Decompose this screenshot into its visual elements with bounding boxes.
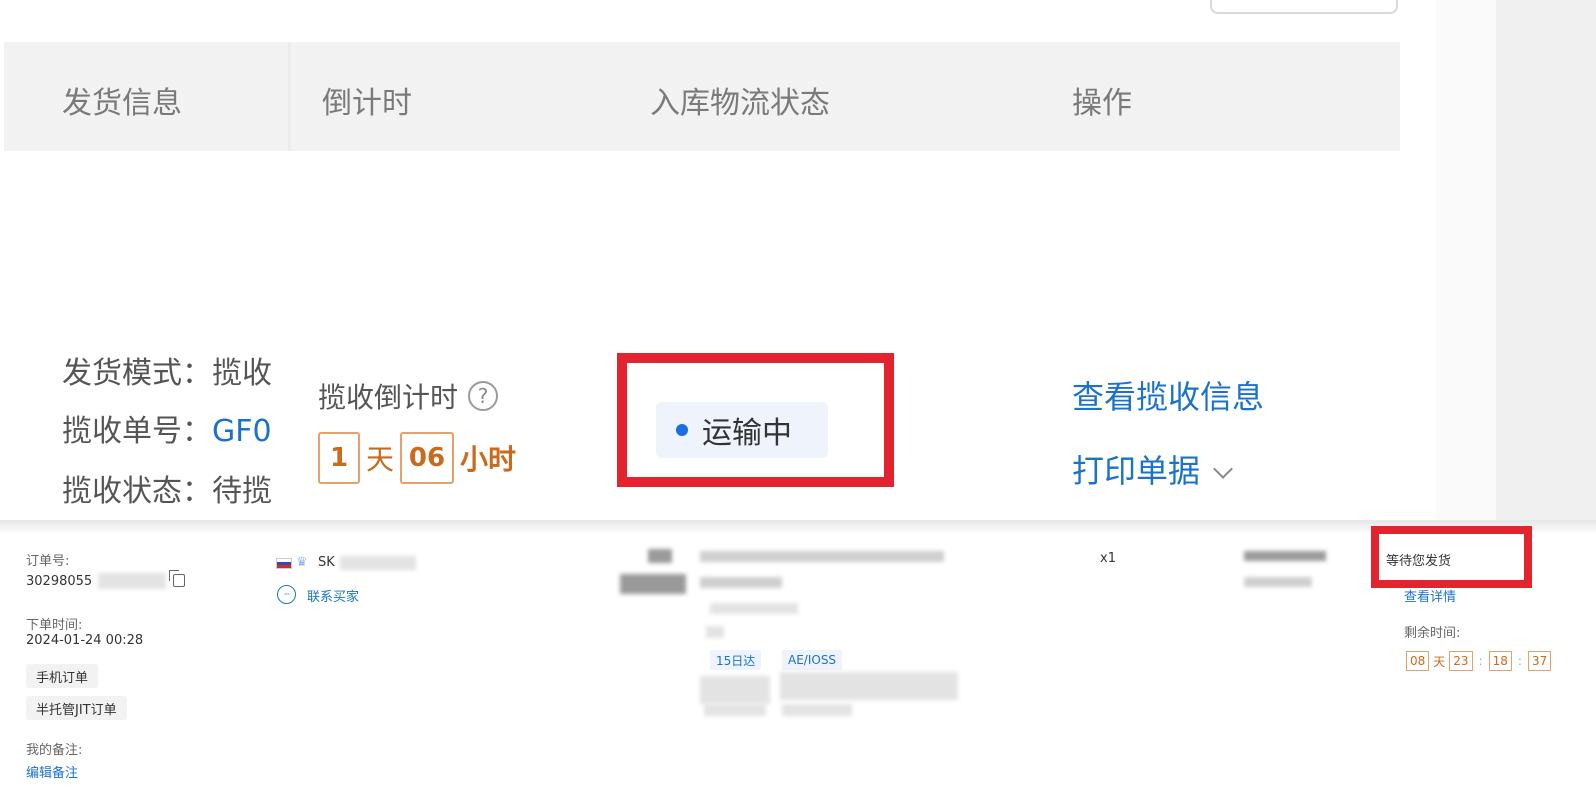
chevron-down-icon (1213, 459, 1233, 479)
print-documents-dropdown[interactable]: 打印单据 (1072, 446, 1233, 492)
pickup-countdown: 1 天 06 小时 (318, 432, 516, 484)
table-header: 发货信息 倒计时 入库物流状态 操作 (4, 42, 1400, 151)
buyer-name: SK (318, 555, 335, 570)
pickup-number-value[interactable]: GF0 (212, 414, 272, 449)
quantity: x1 (1100, 551, 1116, 566)
pickup-countdown-label: 揽收倒计时 (318, 381, 459, 414)
contact-buyer-link[interactable]: 联系买家 (307, 586, 359, 605)
top-right-button[interactable] (1210, 0, 1398, 14)
shipping-mode-label: 发货模式： (62, 356, 212, 391)
remaining-seconds: 37 (1527, 651, 1552, 671)
pickup-number-field: 揽收单号：GF0 (62, 406, 272, 450)
redacted-price (1244, 551, 1326, 561)
header-countdown: 倒计时 (322, 86, 412, 121)
redacted-product-title (700, 551, 944, 562)
redacted-product-image (648, 549, 672, 563)
pickup-status-label: 揽收状态： (62, 474, 212, 509)
remaining-days-unit: 天 (1433, 654, 1446, 669)
remaining-time-label: 剩余时间: (1404, 626, 1461, 641)
right-side-panel (1496, 0, 1596, 532)
remaining-hours: 23 (1449, 651, 1473, 671)
remaining-time: 08 天 23 : 18 : 37 (1406, 651, 1552, 671)
view-pickup-info-link[interactable]: 查看揽收信息 (1072, 372, 1264, 418)
countdown-hours: 06 (400, 432, 455, 484)
redacted-product-image (620, 574, 686, 594)
pickup-number-label: 揽收单号： (62, 414, 212, 449)
pickup-status-field: 揽收状态：待揽 (62, 466, 272, 510)
tag-jit-order: 半托管JIT订单 (26, 696, 127, 720)
redacted-product-detail (704, 704, 766, 716)
order-row-panel: 订单号: 30298055 下单时间: 2024-01-24 00:28 手机订… (0, 526, 1596, 807)
header-shipping-info: 发货信息 (62, 86, 182, 121)
print-documents-label: 打印单据 (1072, 452, 1201, 490)
remark-label: 我的备注: (26, 743, 83, 758)
right-gutter (1436, 0, 1496, 532)
redacted-order-number (98, 573, 166, 589)
shipping-mode-field: 发货模式：揽收 (62, 348, 272, 392)
countdown-days-unit: 天 (366, 443, 395, 476)
redacted-buyer-name (340, 556, 416, 570)
delivery-chip: 15日达 (710, 650, 762, 670)
countdown-hours-unit: 小时 (460, 443, 517, 476)
crown-icon: ♛ (296, 555, 308, 570)
order-time-label: 下单时间: (26, 618, 83, 633)
flag-icon (276, 558, 292, 569)
redacted-product-sku (700, 577, 782, 588)
time-separator: : (1478, 654, 1483, 668)
chat-icon[interactable]: ··· (277, 585, 296, 604)
countdown-days: 1 (318, 432, 360, 484)
highlight-box-status (617, 353, 894, 487)
column-mask (288, 151, 308, 521)
remaining-days: 08 (1406, 651, 1430, 671)
header-inbound-status: 入库物流状态 (650, 86, 830, 121)
pickup-countdown-title: 揽收倒计时 ? (318, 376, 499, 416)
tag-mobile-order: 手机订单 (26, 664, 99, 688)
question-circle-icon[interactable]: ? (468, 381, 499, 411)
redacted-product-attr (706, 626, 724, 638)
order-number-label: 订单号: (26, 554, 70, 569)
remaining-minutes: 18 (1488, 651, 1512, 671)
redacted-product-detail (780, 672, 958, 700)
view-details-link[interactable]: 查看详情 (1404, 586, 1456, 605)
shipping-mode-value: 揽收 (212, 356, 272, 391)
pickup-status-value: 待揽 (212, 474, 272, 509)
copy-icon[interactable] (169, 570, 185, 587)
panel-divider (0, 520, 1596, 532)
redacted-product-attr (710, 603, 798, 614)
highlight-box-order-status (1371, 526, 1532, 588)
redacted-product-detail (700, 676, 770, 704)
time-separator: : (1517, 654, 1522, 668)
shipping-table-panel: 发货信息 倒计时 入库物流状态 操作 发货模式：揽收 揽收单号：GF0 揽收状态… (0, 0, 1596, 532)
ioss-chip: AE/IOSS (782, 650, 843, 670)
edit-remark-link[interactable]: 编辑备注 (26, 762, 78, 781)
redacted-product-detail (782, 704, 852, 716)
order-number-value: 30298055 (26, 574, 93, 589)
order-time-value: 2024-01-24 00:28 (26, 633, 144, 648)
header-operation: 操作 (1072, 86, 1132, 121)
redacted-price (1244, 577, 1312, 587)
